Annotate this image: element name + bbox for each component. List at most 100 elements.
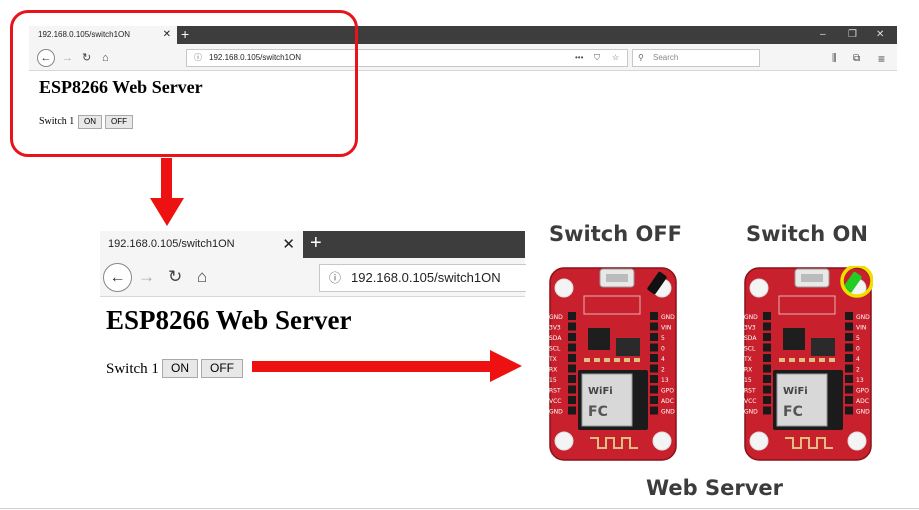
pin-label-left: RX: [744, 367, 752, 374]
bookmark-star-icon[interactable]: ☆: [612, 50, 619, 66]
pin-right-3: [650, 343, 658, 352]
pin-left-3: [763, 343, 771, 352]
pin-label-left: GND: [744, 409, 758, 416]
smd-2: [604, 358, 610, 362]
pin-left-7: [763, 385, 771, 394]
usb-port: [801, 274, 823, 282]
minimize-icon[interactable]: –: [820, 26, 826, 44]
smd-5: [634, 358, 640, 362]
pin-label-left: TX: [548, 356, 557, 363]
right-arrow-head: [490, 350, 522, 382]
smd-2: [799, 358, 805, 362]
pin-right-0: [650, 312, 658, 320]
pin-label-right: 5: [856, 335, 860, 342]
pin-label-right: 0: [856, 346, 860, 353]
zoom-address-bar[interactable]: ⓘ 192.168.0.105/switch1ON: [319, 264, 526, 292]
pin-label-left: 3V3: [549, 325, 561, 332]
esp-board-off-illustration: GND GND 3V3 VIN SDA 5 SCL 0 TX 4 RX 2 15 13 RST GPO VCC A…: [548, 267, 677, 461]
zoom-on-button[interactable]: ON: [162, 359, 198, 378]
pin-label-left: VCC: [549, 398, 561, 405]
pin-left-0: [763, 312, 771, 320]
pin-left-5: [568, 364, 576, 373]
pin-left-8: [763, 396, 771, 404]
sidebar-icon[interactable]: ⧉: [853, 50, 860, 68]
pin-right-0: [845, 312, 853, 320]
zoom-home-icon[interactable]: ⌂: [197, 264, 207, 290]
library-icon[interactable]: ⫼: [832, 50, 837, 68]
pin-right-1: [845, 322, 853, 331]
zoom-back-icon[interactable]: ←: [103, 263, 132, 292]
esp-board-on-illustration: GND GND 3V3 VIN SDA 5 SCL 0 TX 4 RX 2 15 13 RST GPO VCC A…: [743, 266, 873, 461]
pin-label-left: SCL: [549, 346, 561, 353]
pin-right-4: [845, 354, 853, 362]
web-server-caption: Web Server: [646, 476, 784, 500]
pin-right-5: [650, 364, 658, 373]
fcc-label: FC: [783, 404, 803, 420]
mount-hole-0: [749, 278, 769, 298]
pcb: [549, 267, 677, 461]
pin-left-8: [568, 396, 576, 404]
smd-5: [829, 358, 835, 362]
pin-left-1: [568, 322, 576, 331]
zoom-new-tab-icon[interactable]: +: [310, 229, 322, 257]
zoom-off-button[interactable]: OFF: [201, 359, 243, 378]
pin-left-4: [568, 354, 576, 362]
chip: [588, 328, 610, 350]
zoom-tab-close-icon[interactable]: ✕: [282, 231, 295, 258]
pin-left-5: [763, 364, 771, 373]
pin-label-left: 15: [549, 377, 557, 384]
pin-left-6: [763, 375, 771, 383]
pin-right-3: [845, 343, 853, 352]
zoom-reload-icon[interactable]: ↻: [168, 264, 182, 290]
zoom-forward-icon[interactable]: →: [138, 264, 155, 290]
pin-label-right: GPO: [856, 388, 869, 395]
pin-label-left: 3V3: [744, 325, 756, 332]
search-field[interactable]: ⚲ Search: [632, 49, 760, 67]
restore-icon[interactable]: ❐: [848, 26, 857, 44]
smd-3: [614, 358, 620, 362]
pin-label-left: SDA: [549, 335, 562, 342]
pin-label-left: GND: [744, 314, 758, 321]
highlight-frame: [10, 10, 358, 157]
pin-label-left: RX: [549, 367, 557, 374]
zoom-tab-title: 192.168.0.105/switch1ON: [108, 238, 235, 250]
close-window-icon[interactable]: ✕: [876, 26, 884, 44]
switch-on-title: Switch ON: [746, 222, 868, 246]
divider: [0, 508, 919, 509]
smd-1: [789, 358, 795, 362]
antenna-trace: [590, 437, 638, 449]
pin-label-left: SCL: [744, 346, 756, 353]
pin-label-left: GND: [549, 409, 563, 416]
pocket-icon[interactable]: ⛉: [594, 50, 600, 66]
pin-left-2: [763, 333, 771, 341]
pin-left-7: [568, 385, 576, 394]
pin-label-right: 4: [856, 356, 860, 363]
down-arrow-head: [150, 198, 184, 226]
pin-label-right: VIN: [661, 325, 671, 332]
zoom-url-text[interactable]: 192.168.0.105/switch1ON: [351, 265, 501, 291]
zoom-browser-tab[interactable]: 192.168.0.105/switch1ON ✕: [100, 231, 303, 258]
pin-label-right: 5: [661, 335, 665, 342]
pin-left-9: [568, 406, 576, 415]
pin-label-right: ADC: [856, 398, 869, 405]
page-actions-icon[interactable]: •••: [575, 50, 583, 66]
pin-right-2: [650, 333, 658, 341]
search-icon: ⚲: [638, 53, 644, 62]
pin-label-left: RST: [549, 388, 561, 395]
wifi-label: WiFi: [783, 386, 808, 397]
pin-left-9: [763, 406, 771, 415]
pin-left-2: [568, 333, 576, 341]
pin-right-7: [650, 385, 658, 394]
search-placeholder: Search: [653, 53, 679, 62]
smd-1: [594, 358, 600, 362]
pin-right-9: [845, 406, 853, 415]
zoom-switch-label: Switch 1: [106, 361, 159, 377]
menu-icon[interactable]: ≡: [878, 50, 885, 68]
mount-hole-3: [652, 431, 672, 451]
board-off: GND GND 3V3 VIN SDA 5 SCL 0 TX 4 RX 2 15 13 RST GPO VCC A…: [548, 267, 677, 461]
pin-right-6: [650, 375, 658, 383]
pin-right-4: [650, 354, 658, 362]
pin-right-8: [845, 396, 853, 404]
zoom-info-icon[interactable]: ⓘ: [329, 265, 341, 291]
pin-label-right: ADC: [661, 398, 674, 405]
